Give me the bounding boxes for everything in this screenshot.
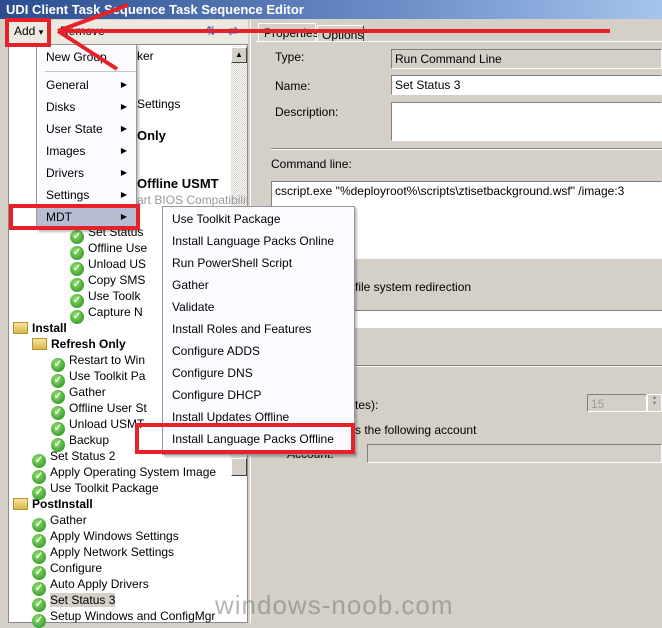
annotation-box-mdt (9, 204, 140, 230)
annotation-arrow-head (57, 3, 129, 33)
annotation-box-install-language-packs-offline (135, 423, 355, 454)
annotation-box-add (5, 18, 51, 47)
annotation-overlay (5, 3, 610, 454)
annotation-arrow-head (56, 29, 119, 71)
